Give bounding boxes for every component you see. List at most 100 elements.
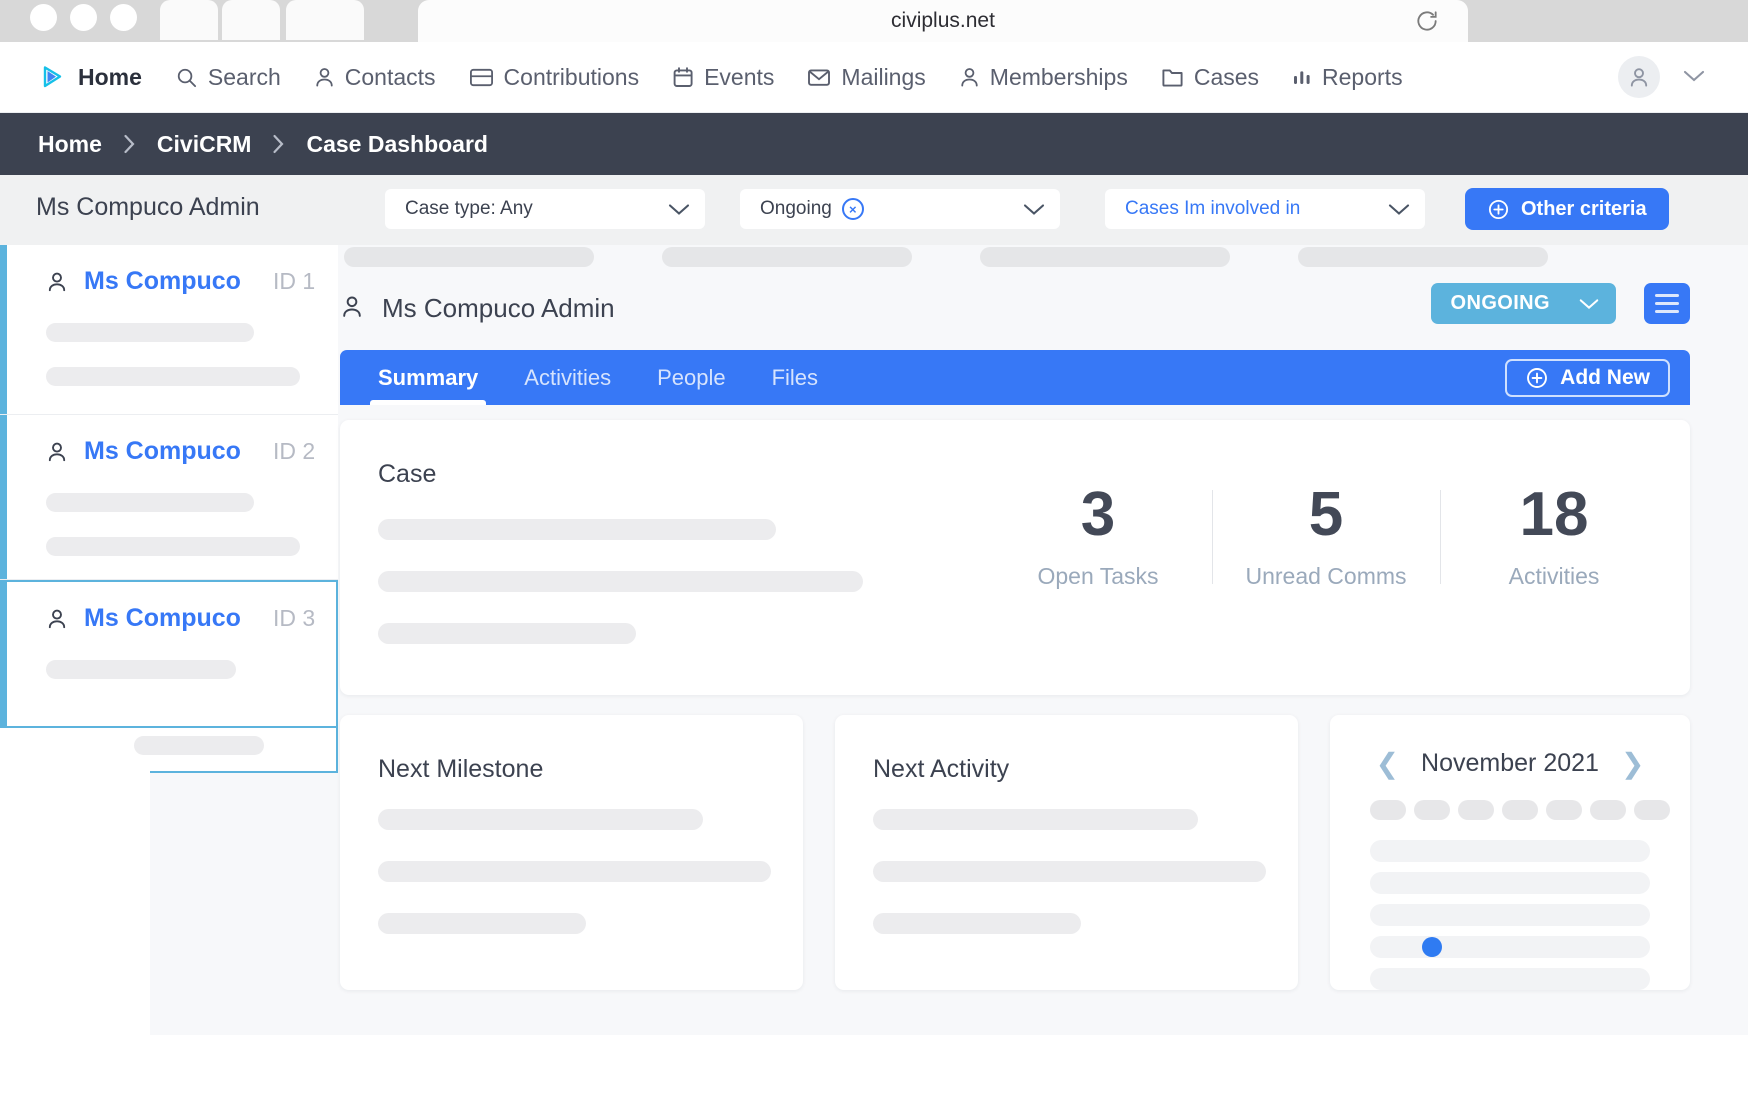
page-body: Ms Compuco ID 1 Ms Compuco ID 2 Ms Compu…	[0, 245, 1748, 1035]
case-detail-panel: Ms Compuco Admin ONGOING Summary Activit…	[150, 245, 1748, 1035]
next-milestone-title: Next Milestone	[378, 755, 544, 783]
close-window-button[interactable]	[30, 4, 57, 31]
tab-files[interactable]: Files	[768, 350, 822, 405]
nav-item-contacts[interactable]: Contacts	[314, 64, 436, 91]
add-new-label: Add New	[1560, 366, 1650, 389]
add-new-button[interactable]: Add New	[1505, 359, 1670, 397]
status-select[interactable]: Ongoing ×	[740, 189, 1060, 229]
calendar-weekday	[1546, 800, 1582, 820]
filter-bar: Ms Compuco Admin Case type: Any Ongoing …	[0, 175, 1748, 245]
tab-activities[interactable]: Activities	[520, 350, 615, 405]
case-accent-bar	[0, 415, 7, 579]
nav-item-cases[interactable]: Cases	[1161, 64, 1259, 91]
minimize-window-button[interactable]	[70, 4, 97, 31]
breadcrumb: Home CiviCRM Case Dashboard	[0, 113, 1748, 175]
hamburger-menu-icon[interactable]	[1644, 283, 1690, 324]
chevron-down-icon	[1388, 203, 1410, 215]
placeholder-line	[378, 861, 771, 882]
tab-summary[interactable]: Summary	[369, 350, 487, 405]
search-icon	[177, 68, 196, 87]
nav-item-events[interactable]: Events	[672, 64, 774, 91]
placeholder-line	[980, 247, 1230, 267]
window-traffic-lights[interactable]	[30, 4, 137, 31]
nav-item-reports[interactable]: Reports	[1292, 64, 1403, 91]
stat-activities: 18 Activities	[1440, 482, 1668, 590]
calendar-week-row[interactable]	[1370, 936, 1650, 958]
calendar-icon	[673, 66, 693, 87]
avatar[interactable]	[1618, 56, 1660, 98]
calendar-selected-day[interactable]	[1422, 937, 1442, 957]
calendar-week-row[interactable]	[1370, 968, 1650, 990]
nav-item-home[interactable]: Home	[38, 63, 142, 91]
nav-label-search: Search	[207, 63, 281, 90]
placeholder-line	[378, 571, 863, 592]
next-activity-title: Next Activity	[873, 755, 1010, 783]
person-icon	[48, 272, 66, 291]
case-type-value: Case type: Any	[405, 198, 533, 219]
bar-chart-icon	[1294, 71, 1310, 84]
breadcrumb-item-case-dashboard: Case Dashboard	[306, 130, 488, 157]
calendar-week-row[interactable]	[1370, 840, 1650, 862]
status-value: Ongoing	[760, 198, 832, 219]
nav-item-memberships[interactable]: Memberships	[959, 64, 1128, 91]
url-text: civiplus.net	[891, 9, 995, 32]
page-footer-space	[0, 1035, 1748, 1100]
reload-icon[interactable]	[1414, 8, 1440, 34]
case-accent-bar	[0, 582, 7, 726]
next-milestone-card: Next Milestone	[340, 715, 803, 990]
nav-item-contributions[interactable]: Contributions	[469, 64, 639, 91]
nav-item-mailings[interactable]: Mailings	[807, 64, 926, 91]
status-badge[interactable]: ONGOING	[1430, 283, 1616, 324]
involvement-select[interactable]: Cases Im involved in	[1105, 189, 1425, 229]
stat-value: 18	[1519, 480, 1589, 549]
folder-icon	[1162, 69, 1183, 87]
breadcrumb-item-civicrm[interactable]: CiviCRM	[157, 131, 252, 158]
tab-people[interactable]: People	[653, 350, 730, 405]
chevron-down-icon[interactable]	[1682, 68, 1706, 84]
nav-label-reports: Reports	[1322, 63, 1403, 90]
browser-tab-1[interactable]	[160, 0, 218, 40]
nav-label-home: Home	[78, 63, 142, 90]
main-navbar: Home Search Contacts Contributions Event…	[0, 42, 1748, 113]
calendar-week-row[interactable]	[1370, 872, 1650, 894]
play-triangle-icon	[43, 66, 62, 88]
nav-label-cases: Cases	[1193, 63, 1260, 90]
chevron-down-icon	[1579, 298, 1599, 309]
calendar-card: ❮ November 2021 ❯	[1330, 715, 1690, 990]
active-browser-tab[interactable]: civiplus.net	[418, 0, 1468, 42]
case-type-select[interactable]: Case type: Any	[385, 189, 705, 229]
other-criteria-button[interactable]: Other criteria	[1465, 188, 1669, 230]
placeholder-line	[378, 809, 703, 830]
nav-label-contacts: Contacts	[344, 63, 436, 90]
calendar-weekday	[1370, 800, 1406, 820]
status-badge-label: ONGOING	[1450, 292, 1550, 314]
chevron-down-icon	[1023, 203, 1045, 215]
nav-label-memberships: Memberships	[989, 63, 1128, 90]
browser-tab-3[interactable]	[286, 0, 364, 40]
stat-label: Unread Comms	[1245, 563, 1407, 590]
stat-value: 5	[1308, 480, 1344, 549]
chevron-left-icon[interactable]: ❮	[1376, 749, 1399, 778]
person-icon	[961, 67, 978, 87]
browser-chrome: civiplus.net	[0, 0, 1748, 42]
browser-tab-2[interactable]	[222, 0, 280, 40]
placeholder-line	[378, 519, 776, 540]
calendar-week-row[interactable]	[1370, 904, 1650, 926]
case-stats: 3 Open Tasks 5 Unread Comms 18 Activitie…	[984, 482, 1668, 590]
calendar-weekday	[1502, 800, 1538, 820]
plus-circle-icon	[1488, 199, 1509, 219]
involvement-value: Cases Im involved in	[1125, 198, 1301, 219]
maximize-window-button[interactable]	[110, 4, 137, 31]
card-icon	[469, 68, 493, 87]
nav-item-search[interactable]: Search	[175, 64, 281, 91]
stat-unread-comms: 5 Unread Comms	[1212, 482, 1440, 590]
close-icon[interactable]: ×	[841, 198, 864, 220]
case-summary-card: Case 3 Open Tasks 5 Unread Comms 18 Acti…	[340, 420, 1690, 695]
nav-label-events: Events	[704, 63, 775, 90]
calendar-header: ❮ November 2021 ❯	[1330, 749, 1690, 778]
panel-contact-name: Ms Compuco Admin	[382, 293, 615, 323]
breadcrumb-item-home[interactable]: Home	[38, 131, 102, 158]
chevron-right-icon[interactable]: ❯	[1621, 749, 1644, 778]
stat-value: 3	[1080, 480, 1116, 549]
calendar-weekday	[1458, 800, 1494, 820]
